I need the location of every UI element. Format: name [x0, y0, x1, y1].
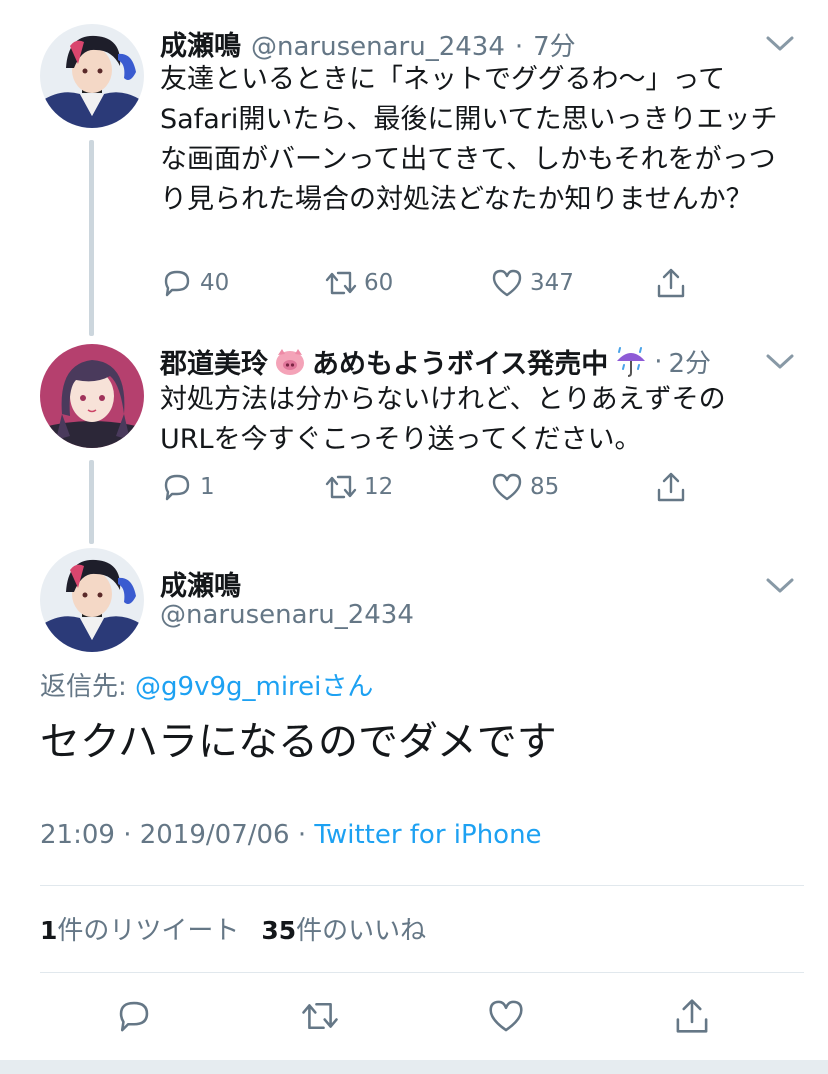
thread-line-2 — [89, 460, 94, 544]
like-button[interactable]: 347 — [490, 266, 574, 300]
tweet-text: 友達といるときに「ネットでググるわ〜」ってSafari開いたら、最後に開いてた思… — [160, 64, 778, 215]
main-tweet-text: セクハラになるのでダメです — [40, 719, 557, 765]
separator-dot: · — [514, 32, 524, 62]
like-icon — [492, 473, 522, 501]
engagement-stats: 1件のリツイート 35件のいいね — [40, 910, 426, 947]
retweet-label: 件のリツイート — [57, 916, 240, 946]
retweets-stat[interactable]: 1件のリツイート — [40, 916, 240, 946]
reply-count: 40 — [200, 270, 230, 296]
tweet-header-1: 成瀬鳴 @narusenaru_2434 · 7分 — [160, 24, 576, 63]
retweet-icon — [325, 271, 357, 295]
avatar-narusenaru[interactable] — [40, 24, 144, 128]
avatar-g9v9g-mirei[interactable] — [40, 344, 144, 448]
retweet-count: 60 — [364, 270, 394, 296]
reply-icon — [164, 474, 190, 501]
tweet-header-2: 郡道美玲 あめもようボイス発売中 · 2分 — [160, 342, 711, 381]
author-name[interactable]: 郡道美玲 — [160, 342, 268, 381]
share-button[interactable] — [654, 470, 688, 504]
retweet-button[interactable]: 60 — [324, 266, 393, 300]
chevron-down-icon[interactable] — [760, 28, 800, 58]
like-count: 347 — [530, 270, 574, 296]
like-count: 85 — [530, 474, 560, 500]
umbrella-rain-emoji-icon — [614, 345, 648, 379]
source-link[interactable]: Twitter for iPhone — [314, 820, 541, 850]
share-icon — [657, 472, 685, 502]
main-author-name[interactable]: 成瀬鳴 — [160, 564, 241, 603]
author-name-suffix[interactable]: あめもようボイス発売中 — [312, 342, 608, 381]
reply-button[interactable]: 40 — [160, 266, 229, 300]
tweet-text: 対処方法は分からないけれど、とりあえずそのURLを今すぐこっそり送ってください。 — [160, 384, 726, 455]
reply-count: 1 — [200, 474, 215, 500]
reply-to-handle[interactable]: @g9v9g_mireiさん — [135, 672, 373, 702]
separator-dot: · — [654, 346, 663, 377]
like-icon — [489, 1000, 523, 1032]
main-retweet-button[interactable] — [300, 996, 340, 1036]
main-author-handle[interactable]: @narusenaru_2434 — [160, 600, 414, 630]
like-label: 件のいいね — [296, 916, 427, 946]
reply-icon — [119, 1001, 149, 1032]
tweet-time[interactable]: 2分 — [668, 343, 711, 380]
author-handle[interactable]: @narusenaru_2434 — [251, 32, 505, 62]
reply-button[interactable]: 1 — [160, 470, 215, 504]
share-icon — [657, 268, 685, 298]
like-button[interactable]: 85 — [490, 470, 559, 504]
retweet-total: 1 — [40, 916, 58, 945]
author-name[interactable]: 成瀬鳴 — [160, 24, 241, 63]
bottom-bar-edge — [0, 1060, 828, 1074]
divider-1 — [40, 885, 804, 886]
avatar-narusenaru-main[interactable] — [40, 548, 144, 652]
reply-to-label: 返信先: — [40, 672, 136, 702]
tweet-time[interactable]: 7分 — [533, 26, 576, 63]
main-share-button[interactable] — [672, 996, 712, 1036]
thread-line-1 — [89, 140, 94, 336]
chevron-down-icon[interactable] — [760, 346, 800, 376]
retweet-icon — [302, 1002, 338, 1030]
like-total: 35 — [261, 916, 297, 945]
retweet-icon — [325, 475, 357, 499]
main-timestamp: 21:09 · 2019/07/06 · — [40, 820, 315, 850]
share-button[interactable] — [654, 266, 688, 300]
main-like-button[interactable] — [486, 996, 526, 1036]
retweet-count: 12 — [364, 474, 394, 500]
likes-stat[interactable]: 35件のいいね — [261, 916, 427, 946]
divider-2 — [40, 972, 804, 973]
main-reply-button[interactable] — [114, 996, 154, 1036]
retweet-button[interactable]: 12 — [324, 470, 393, 504]
share-icon — [676, 999, 708, 1033]
timestamp-line: 21:09 · 2019/07/06 · Twitter for iPhone — [40, 820, 542, 850]
reply-to-line: 返信先: @g9v9g_mireiさん — [40, 666, 373, 703]
reply-icon — [164, 270, 190, 297]
like-icon — [492, 269, 522, 297]
pig-emoji-icon — [274, 347, 306, 377]
chevron-down-icon[interactable] — [760, 570, 800, 600]
